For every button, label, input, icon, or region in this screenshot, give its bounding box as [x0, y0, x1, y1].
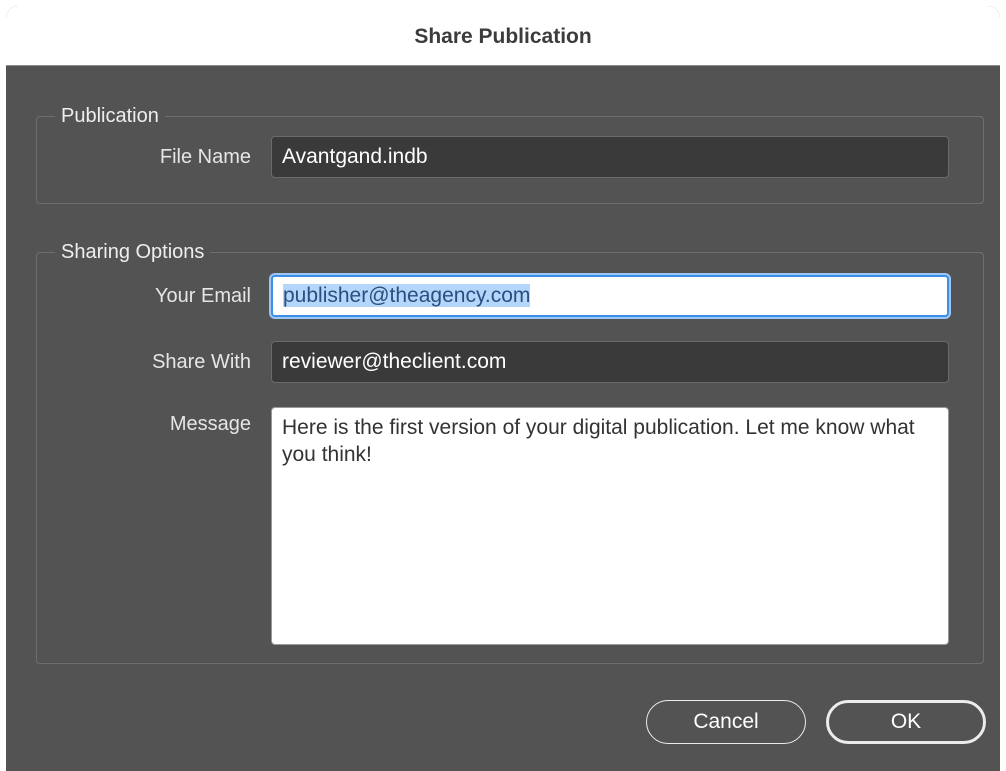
your-email-input[interactable]: publisher@theagency.com: [271, 275, 949, 317]
publication-group: Publication File Name Avantgand.indb: [36, 103, 984, 204]
cancel-button[interactable]: Cancel: [646, 700, 806, 744]
sharing-options-group: Sharing Options Your Email publisher@the…: [36, 239, 984, 664]
publication-legend: Publication: [55, 103, 165, 129]
email-selected-text: publisher@theagency.com: [283, 284, 531, 307]
ok-button[interactable]: OK: [826, 700, 986, 744]
message-label: Message: [169, 413, 251, 435]
file-name-label: File Name: [159, 146, 251, 168]
share-with-label: Share With: [152, 351, 251, 373]
message-textarea[interactable]: Here is the first version of your digita…: [271, 407, 949, 645]
file-name-field[interactable]: Avantgand.indb: [271, 136, 949, 178]
dialog-title: Share Publication: [414, 24, 592, 48]
your-email-label: Your Email: [155, 285, 251, 307]
share-publication-dialog: Share Publication Publication File Name …: [6, 6, 1000, 771]
sharing-options-legend: Sharing Options: [55, 239, 211, 265]
dialog-body: Publication File Name Avantgand.indb Sha…: [6, 66, 1000, 771]
dialog-titlebar: Share Publication: [6, 6, 1000, 66]
share-with-input[interactable]: reviewer@theclient.com: [271, 341, 949, 383]
